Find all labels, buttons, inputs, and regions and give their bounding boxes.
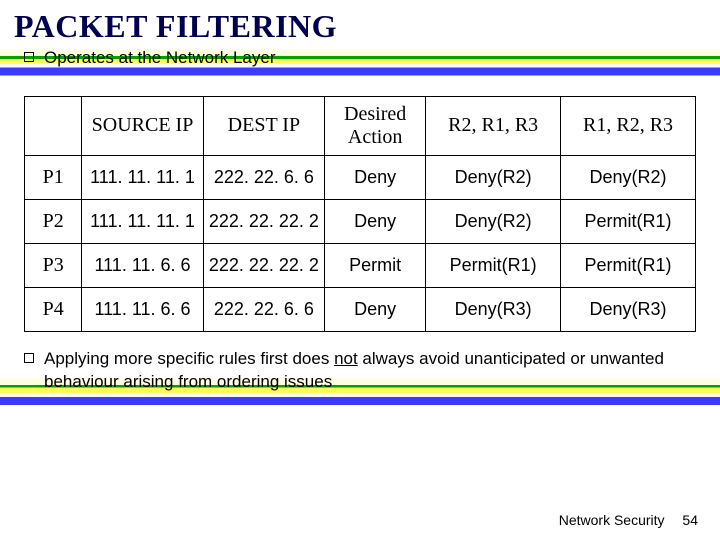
col-blank (25, 96, 82, 155)
square-bullet-icon (24, 52, 34, 62)
table-row: P1 111. 11. 11. 1 222. 22. 6. 6 Deny Den… (25, 155, 696, 199)
table-row: P2 111. 11. 11. 1 222. 22. 22. 2 Deny De… (25, 199, 696, 243)
note-text: Applying more specific rules first does … (44, 348, 694, 394)
cell-desired: Deny (325, 155, 426, 199)
bullet-operates: Operates at the Network Layer (0, 45, 720, 70)
cell-src: 111. 11. 6. 6 (82, 287, 203, 331)
cell-src: 111. 11. 11. 1 (82, 155, 203, 199)
cell-order1: Deny(R2) (426, 155, 561, 199)
note-pre: Applying more specific rules first does (44, 349, 334, 368)
bullet-note: Applying more specific rules first does … (24, 346, 694, 394)
cell-dst: 222. 22. 22. 2 (203, 199, 324, 243)
cell-order1: Deny(R2) (426, 199, 561, 243)
square-bullet-icon (24, 353, 34, 363)
cell-rowid: P2 (25, 199, 82, 243)
col-source-ip: SOURCE IP (82, 96, 203, 155)
col-dest-ip: DEST IP (203, 96, 324, 155)
cell-order2: Permit(R1) (561, 243, 696, 287)
bullet-text: Operates at the Network Layer (44, 47, 276, 70)
cell-rowid: P3 (25, 243, 82, 287)
table-header-row: SOURCE IP DEST IP Desired Action R2, R1,… (25, 96, 696, 155)
page-number: 54 (682, 512, 698, 528)
filtering-table: SOURCE IP DEST IP Desired Action R2, R1,… (24, 96, 696, 332)
cell-order2: Deny(R3) (561, 287, 696, 331)
cell-rowid: P1 (25, 155, 82, 199)
cell-src: 111. 11. 6. 6 (82, 243, 203, 287)
slide: PACKET FILTERING Operates at the Network… (0, 0, 720, 540)
cell-desired: Deny (325, 199, 426, 243)
cell-dst: 222. 22. 22. 2 (203, 243, 324, 287)
slide-footer: Network Security 54 (559, 512, 698, 528)
cell-dst: 222. 22. 6. 6 (203, 155, 324, 199)
cell-order2: Deny(R2) (561, 155, 696, 199)
cell-desired: Permit (325, 243, 426, 287)
col-desired-action: Desired Action (325, 96, 426, 155)
slide-title: PACKET FILTERING (0, 0, 720, 45)
col-order-213: R2, R1, R3 (426, 96, 561, 155)
filtering-table-wrap: SOURCE IP DEST IP Desired Action R2, R1,… (0, 70, 720, 332)
cell-order1: Deny(R3) (426, 287, 561, 331)
cell-order1: Permit(R1) (426, 243, 561, 287)
cell-src: 111. 11. 11. 1 (82, 199, 203, 243)
cell-dst: 222. 22. 6. 6 (203, 287, 324, 331)
cell-rowid: P4 (25, 287, 82, 331)
table-row: P4 111. 11. 6. 6 222. 22. 6. 6 Deny Deny… (25, 287, 696, 331)
cell-desired: Deny (325, 287, 426, 331)
table-row: P3 111. 11. 6. 6 222. 22. 22. 2 Permit P… (25, 243, 696, 287)
col-order-123: R1, R2, R3 (561, 96, 696, 155)
note-underline: not (334, 349, 358, 368)
cell-order2: Permit(R1) (561, 199, 696, 243)
note-block: Applying more specific rules first does … (0, 332, 720, 394)
footer-label: Network Security (559, 512, 665, 528)
